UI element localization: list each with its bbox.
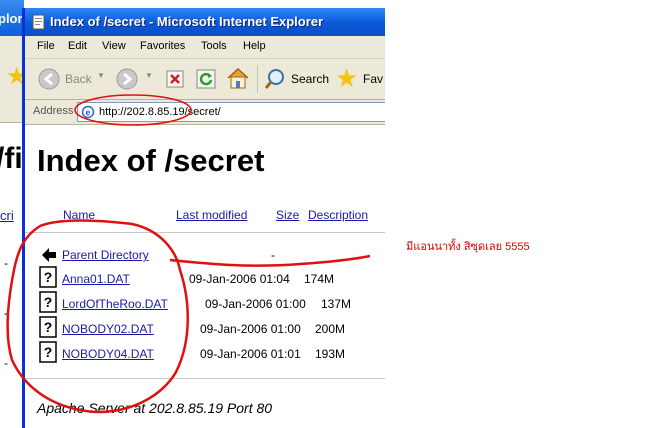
- annotation-overlay: [6, 94, 371, 414]
- pointer-line-annotation: [169, 254, 371, 267]
- url-circle-annotation: [74, 94, 192, 126]
- file-list-circle-annotation: [6, 219, 189, 414]
